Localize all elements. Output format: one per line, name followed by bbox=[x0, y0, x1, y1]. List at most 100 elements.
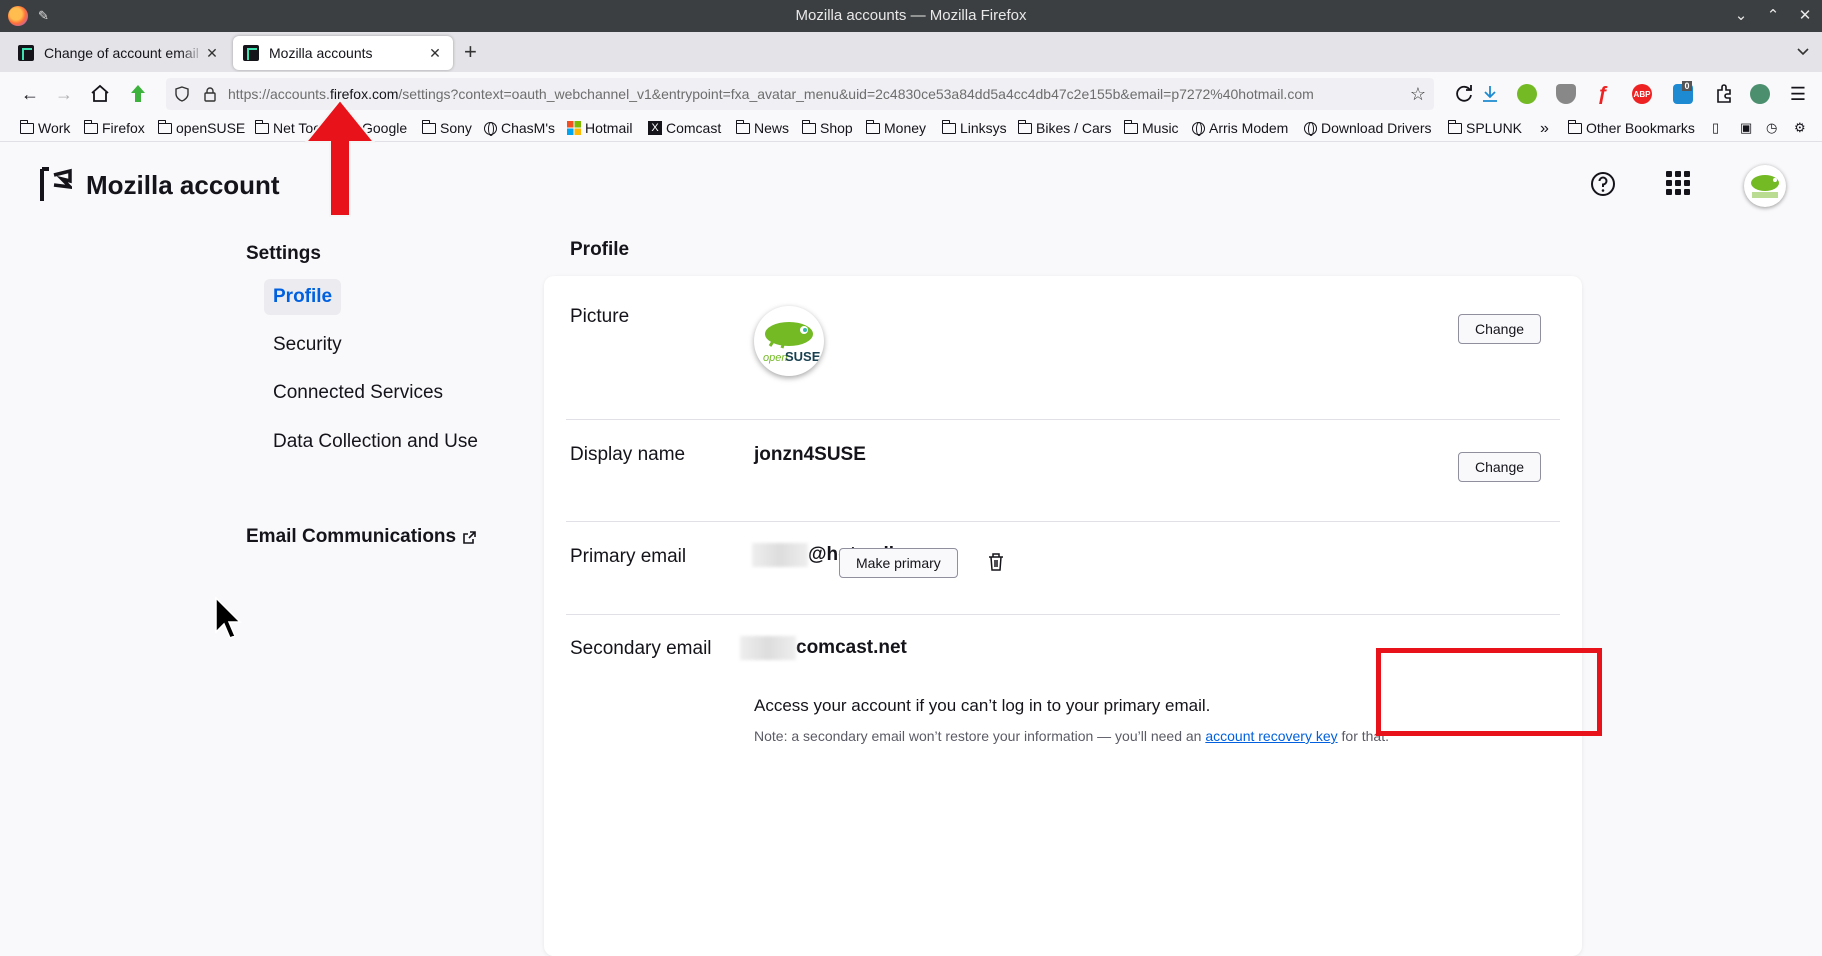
external-link-icon bbox=[463, 530, 476, 544]
tab-label: Mozilla accounts bbox=[269, 45, 373, 61]
back-button[interactable]: ← bbox=[18, 82, 42, 106]
bookmark-music[interactable]: Music bbox=[1123, 119, 1179, 136]
profile-card: Picture open SUSE Change Display name jo… bbox=[544, 276, 1582, 956]
sidebar-item-connected-services[interactable]: Connected Services bbox=[264, 375, 452, 411]
display-name-label: Display name bbox=[570, 444, 686, 465]
change-picture-button[interactable]: Change bbox=[1458, 314, 1542, 344]
folder-icon bbox=[941, 119, 956, 134]
bookmark-bikes-cars[interactable]: Bikes / Cars bbox=[1017, 119, 1111, 136]
app-grid-icon[interactable] bbox=[1666, 171, 1690, 195]
folder-icon bbox=[421, 119, 436, 134]
bookmark-firefox[interactable]: Firefox bbox=[83, 119, 145, 136]
divider bbox=[566, 521, 1560, 522]
bookmark-sony[interactable]: Sony bbox=[421, 119, 472, 136]
change-display-name-button[interactable]: Change bbox=[1458, 452, 1542, 482]
home-icon[interactable] bbox=[88, 82, 112, 106]
flash-extension-icon[interactable]: ƒ bbox=[1593, 83, 1613, 105]
bookmark-work[interactable]: Work bbox=[19, 119, 70, 136]
extension-badge-count: 0 bbox=[1682, 81, 1692, 91]
adblock-plus-icon[interactable]: ABP bbox=[1632, 84, 1652, 104]
forward-button[interactable]: → bbox=[52, 82, 76, 106]
folder-icon bbox=[801, 119, 816, 134]
app-menu-icon[interactable]: ☰ bbox=[1786, 82, 1810, 106]
make-primary-button[interactable]: Make primary bbox=[839, 548, 958, 578]
tab-strip: Change of account email a ✕ Mozilla acco… bbox=[0, 32, 1822, 72]
bookmark-star-icon[interactable]: ☆ bbox=[1410, 84, 1426, 105]
account-avatar-small-icon[interactable] bbox=[1750, 84, 1770, 104]
extension-tool-icon[interactable]: ⚙ bbox=[1794, 120, 1806, 136]
privacy-shield-extension-icon[interactable] bbox=[1556, 84, 1576, 104]
bookmark-hotmail[interactable]: Hotmail bbox=[567, 120, 632, 136]
downloads-icon[interactable] bbox=[1478, 82, 1502, 106]
folder-icon bbox=[1447, 119, 1462, 134]
redacted-block bbox=[740, 636, 796, 660]
bookmark-money[interactable]: Money bbox=[865, 119, 926, 136]
divider bbox=[566, 614, 1560, 615]
window-shade-icon[interactable]: ⌄ bbox=[1732, 4, 1750, 26]
folder-icon bbox=[254, 119, 269, 134]
reload-icon[interactable] bbox=[1452, 82, 1476, 106]
other-bookmarks[interactable]: Other Bookmarks bbox=[1567, 119, 1695, 136]
window-maximize-icon[interactable]: ⌃ bbox=[1764, 4, 1782, 26]
globe-icon bbox=[1304, 121, 1317, 136]
sidebar-toggle-icon[interactable]: ▯ bbox=[1712, 120, 1719, 136]
page-content: Mozilla account Settings Profile Securit… bbox=[0, 143, 1822, 956]
window-title: Mozilla accounts — Mozilla Firefox bbox=[795, 7, 1027, 24]
site-brand[interactable]: Mozilla account bbox=[40, 167, 280, 203]
mouse-cursor-icon bbox=[215, 596, 242, 639]
secondary-email-description: Access your account if you can’t log in … bbox=[754, 696, 1211, 715]
bookmark-opensuse[interactable]: openSUSE bbox=[157, 119, 245, 136]
tracking-shield-icon[interactable] bbox=[174, 86, 190, 102]
mozilla-m-logo-icon bbox=[40, 167, 72, 201]
annotation-red-arrow-icon bbox=[303, 98, 377, 217]
page-header-title: Mozilla account bbox=[86, 169, 280, 200]
sidebar-item-data-collection[interactable]: Data Collection and Use bbox=[264, 424, 487, 460]
bookmark-arris-modem[interactable]: Arris Modem bbox=[1192, 120, 1288, 136]
navigation-toolbar: ← → https://accounts.firefox.com/setting… bbox=[0, 72, 1822, 116]
opensuse-open-text: open bbox=[763, 352, 787, 364]
trash-delete-icon[interactable] bbox=[987, 552, 1005, 572]
tab-label: Change of account email a bbox=[44, 45, 204, 61]
profile-picture[interactable]: open SUSE bbox=[754, 306, 824, 376]
tab-change-email[interactable]: Change of account email a ✕ bbox=[8, 36, 230, 70]
globe-icon bbox=[484, 121, 497, 136]
bookmark-shop[interactable]: Shop bbox=[801, 119, 853, 136]
sidebar-email-communications[interactable]: Email Communications bbox=[246, 526, 477, 548]
bookmarks-toolbar: Work Firefox openSUSE Net Too Google Son… bbox=[0, 116, 1822, 142]
lock-icon[interactable] bbox=[202, 86, 218, 102]
account-avatar[interactable] bbox=[1744, 165, 1786, 207]
window-close-icon[interactable]: ✕ bbox=[1796, 4, 1814, 26]
sidebar-item-security[interactable]: Security bbox=[264, 327, 351, 363]
extension-badge-icon[interactable]: 0 bbox=[1673, 81, 1693, 104]
url-text[interactable]: https://accounts.firefox.com/settings?co… bbox=[228, 86, 1314, 102]
bookmark-download-drivers[interactable]: Download Drivers bbox=[1304, 120, 1431, 136]
opensuse-suse-text: SUSE bbox=[785, 349, 821, 364]
extensions-puzzle-icon[interactable] bbox=[1712, 82, 1736, 106]
history-clock-icon[interactable]: ◷ bbox=[1766, 120, 1777, 136]
account-recovery-key-link[interactable]: account recovery key bbox=[1205, 728, 1337, 744]
list-all-tabs-icon[interactable] bbox=[1796, 44, 1810, 58]
bookmark-splunk[interactable]: SPLUNK bbox=[1447, 119, 1522, 136]
bookmark-comcast[interactable]: X Comcast bbox=[648, 120, 721, 136]
windows-logo-icon bbox=[567, 121, 581, 135]
window-titlebar: ✎ Mozilla accounts — Mozilla Firefox ⌄ ⌃… bbox=[0, 0, 1822, 32]
bookmark-chasms[interactable]: ChasM's bbox=[484, 120, 555, 136]
close-tab-icon[interactable]: ✕ bbox=[204, 45, 220, 62]
opensuse-chameleon-icon bbox=[1751, 175, 1779, 198]
bookmark-linksys[interactable]: Linksys bbox=[941, 119, 1007, 136]
mozilla-favicon-icon bbox=[243, 45, 259, 61]
close-tab-icon[interactable]: ✕ bbox=[427, 45, 443, 62]
new-tab-button[interactable]: + bbox=[464, 41, 477, 63]
bookmark-news[interactable]: News bbox=[735, 119, 789, 136]
sync-arrow-icon[interactable] bbox=[126, 82, 150, 106]
screenshot-icon[interactable]: ▣ bbox=[1740, 120, 1752, 136]
help-question-icon[interactable] bbox=[1590, 171, 1616, 197]
bookmarks-overflow-icon[interactable]: » bbox=[1540, 120, 1549, 138]
tab-mozilla-accounts[interactable]: Mozilla accounts ✕ bbox=[233, 36, 453, 70]
sidebar-heading: Settings bbox=[246, 243, 321, 264]
sidebar-item-profile[interactable]: Profile bbox=[264, 279, 342, 315]
folder-icon bbox=[865, 119, 880, 134]
folder-icon bbox=[1123, 119, 1138, 134]
divider bbox=[566, 419, 1560, 420]
opensuse-extension-icon[interactable] bbox=[1517, 84, 1537, 104]
